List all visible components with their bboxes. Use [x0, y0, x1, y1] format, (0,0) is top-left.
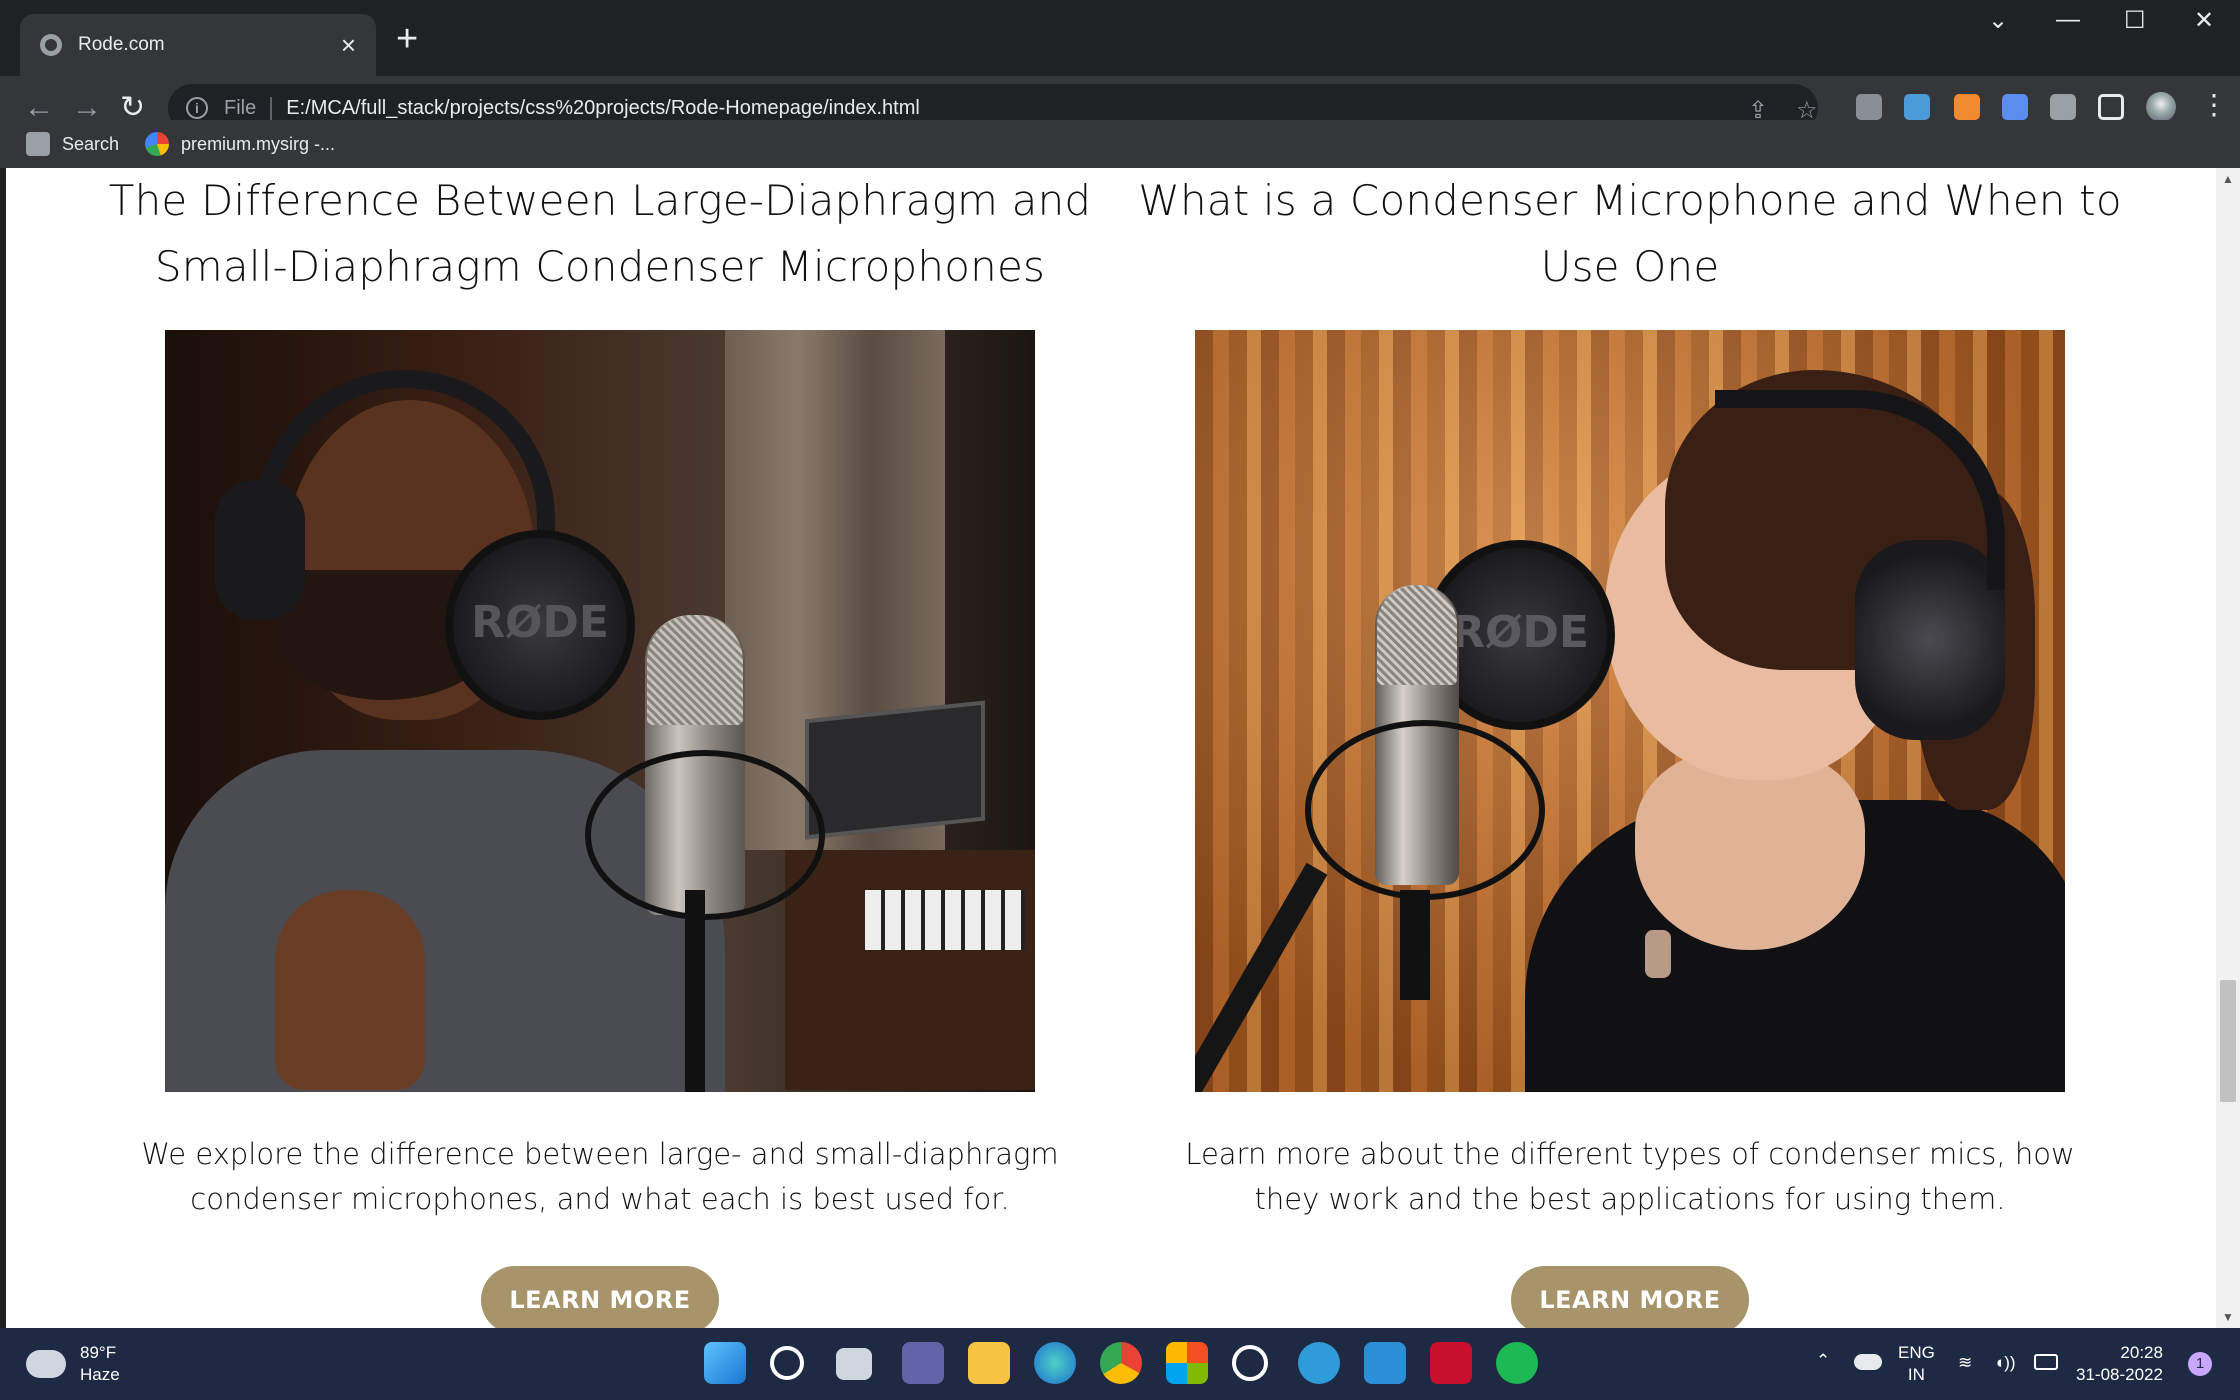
battery-icon[interactable]: [2034, 1354, 2058, 1370]
help-icon[interactable]: [1298, 1342, 1340, 1384]
notification-badge[interactable]: 1: [2188, 1352, 2212, 1376]
lang-code: ENG: [1898, 1343, 1935, 1362]
bookmark-label: premium.mysirg -...: [181, 133, 336, 154]
scroll-up-icon[interactable]: ▲: [2222, 172, 2234, 186]
puzzle-icon[interactable]: [2050, 94, 2076, 120]
task-view-icon[interactable]: [836, 1348, 872, 1380]
globe-icon: [40, 34, 62, 56]
new-tab-button[interactable]: +: [396, 20, 418, 58]
edge-icon[interactable]: [1034, 1342, 1076, 1384]
wifi-icon[interactable]: ≋: [1958, 1352, 1972, 1374]
weather-desc: Haze: [80, 1365, 120, 1384]
learn-more-button[interactable]: LEARN MORE: [1511, 1266, 1749, 1328]
onedrive-icon[interactable]: [1854, 1354, 1882, 1370]
clock[interactable]: 20:28 31-08-2022: [2076, 1342, 2163, 1386]
close-window-icon[interactable]: ✕: [2194, 6, 2214, 35]
search-icon[interactable]: [770, 1346, 804, 1380]
side-panel-icon[interactable]: [2098, 94, 2124, 120]
pen-extension-icon[interactable]: [1954, 94, 1980, 120]
bookmark-premium-mysirg[interactable]: premium.mysirg -...: [145, 132, 335, 156]
weather-haze-icon: [20, 1340, 66, 1378]
spotify-icon[interactable]: [1496, 1342, 1538, 1384]
maximize-icon[interactable]: ☐: [2124, 6, 2146, 35]
scrollbar-thumb[interactable]: [2220, 980, 2236, 1102]
rode-logo: RØDE: [445, 530, 635, 720]
tab-close-icon[interactable]: ×: [341, 32, 356, 58]
app-icon[interactable]: [1232, 1345, 1268, 1381]
tab-title: Rode.com: [78, 34, 165, 55]
cursor-extension-icon[interactable]: [1904, 94, 1930, 120]
page-scrollbar[interactable]: ▲ ▼: [2216, 168, 2240, 1328]
file-explorer-icon[interactable]: [968, 1342, 1010, 1384]
weather-widget[interactable]: 89°F Haze: [20, 1340, 120, 1386]
mcafee-icon[interactable]: [1430, 1342, 1472, 1384]
microsoft-store-icon[interactable]: [1166, 1342, 1208, 1384]
windows-taskbar: 89°F Haze ⌃ ENG IN ≋ ◖)) 20:28 31-08-202…: [0, 1328, 2240, 1400]
bookmark-label: Search: [62, 133, 120, 154]
scheme-label: File: [224, 96, 273, 120]
article-card: The Difference Between Large-Diaphragm a…: [100, 168, 1100, 1328]
google-icon: [145, 132, 170, 156]
scroll-down-icon[interactable]: ▼: [2222, 1310, 2234, 1324]
screen-capture-icon[interactable]: [2002, 94, 2028, 120]
vscode-icon[interactable]: [1364, 1342, 1406, 1384]
article-description: We explore the difference between large-…: [141, 1137, 1059, 1216]
article-image: RØDE: [165, 330, 1035, 1092]
clock-date: 31-08-2022: [2076, 1365, 2163, 1384]
article-description: Learn more about the different types of …: [1185, 1137, 2075, 1216]
menu-icon[interactable]: ⋮: [2200, 88, 2228, 121]
volume-icon[interactable]: ◖)): [1994, 1352, 2016, 1374]
teams-icon[interactable]: [902, 1342, 944, 1384]
learn-more-button[interactable]: LEARN MORE: [481, 1266, 719, 1328]
article-title: The Difference Between Large-Diaphragm a…: [108, 176, 1092, 291]
region-code: IN: [1907, 1365, 1925, 1384]
clock-time: 20:28: [2120, 1343, 2163, 1362]
bookmark-search[interactable]: Search: [26, 132, 119, 156]
profile-avatar[interactable]: [2146, 92, 2176, 122]
tab-search-icon[interactable]: ⌄: [1988, 6, 2008, 35]
chrome-icon[interactable]: [1100, 1342, 1142, 1384]
page-viewport: The Difference Between Large-Diaphragm a…: [0, 168, 2240, 1328]
extension-icon[interactable]: [1856, 94, 1882, 120]
browser-tabstrip: Rode.com × + ⌄ — ☐ ✕: [0, 0, 2240, 76]
minimize-icon[interactable]: —: [2056, 6, 2080, 34]
article-card: What is a Condenser Microphone and When …: [1130, 168, 2130, 1328]
language-indicator[interactable]: ENG IN: [1898, 1342, 1935, 1386]
search-icon: [26, 132, 50, 156]
windows-start-icon[interactable]: [704, 1342, 746, 1384]
info-icon[interactable]: i: [186, 97, 208, 119]
browser-tab[interactable]: Rode.com ×: [20, 14, 376, 76]
weather-temp: 89°F: [80, 1343, 117, 1362]
tray-chevron-icon[interactable]: ⌃: [1816, 1350, 1830, 1372]
article-image: RØDE: [1195, 330, 2065, 1092]
article-title: What is a Condenser Microphone and When …: [1138, 176, 2122, 291]
bookmarks-bar: Search premium.mysirg -...: [0, 120, 2240, 168]
url-text[interactable]: E:/MCA/full_stack/projects/css%20project…: [286, 97, 920, 120]
